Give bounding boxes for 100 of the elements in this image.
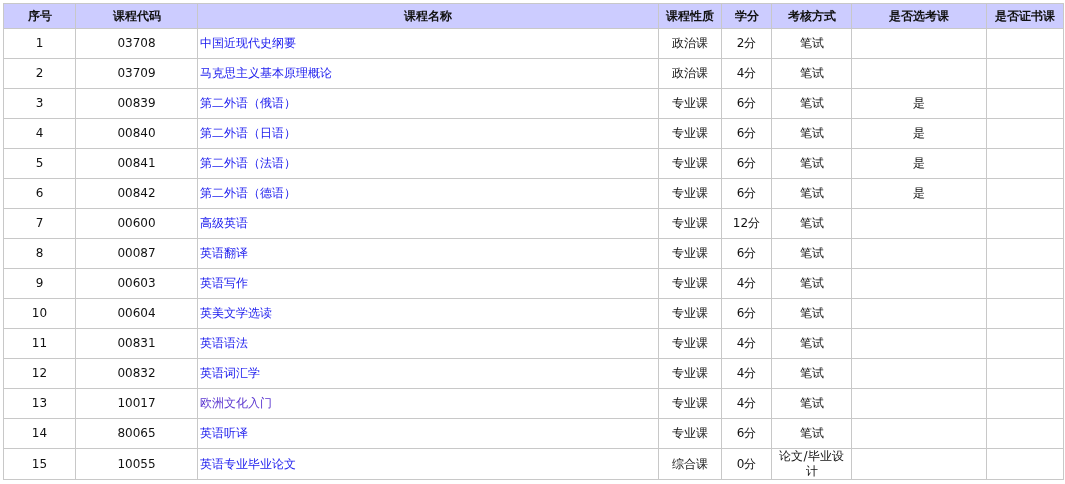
exam-method-cell: 笔试 (771, 88, 852, 119)
exam-method-cell: 笔试 (771, 28, 852, 59)
column-header: 课程名称 (197, 3, 659, 29)
course-type-cell: 专业课 (658, 238, 722, 269)
course-name-link[interactable]: 英语专业毕业论文 (200, 456, 296, 471)
credits-cell: 6分 (721, 178, 772, 209)
row-number-cell: 14 (3, 418, 76, 449)
course-type-cell: 专业课 (658, 358, 722, 389)
course-type-cell: 专业课 (658, 418, 722, 449)
course-name-link[interactable]: 英语语法 (200, 336, 248, 350)
credits-cell: 4分 (721, 268, 772, 299)
exam-method-cell: 笔试 (771, 58, 852, 89)
credits-cell: 4分 (721, 328, 772, 359)
exam-method-cell: 笔试 (771, 178, 852, 209)
credits-cell: 0分 (721, 448, 772, 480)
course-type-cell: 专业课 (658, 208, 722, 239)
elective-cell: 是 (851, 118, 987, 149)
exam-method-cell: 论文/毕业设计 (771, 448, 852, 480)
row-number-cell: 9 (3, 268, 76, 299)
credits-cell: 12分 (721, 208, 772, 239)
course-code-cell: 00842 (75, 178, 198, 209)
row-number-cell: 4 (3, 118, 76, 149)
course-code-cell: 00600 (75, 208, 198, 239)
credits-cell: 4分 (721, 358, 772, 389)
course-type-cell: 专业课 (658, 268, 722, 299)
credits-cell: 2分 (721, 28, 772, 59)
elective-cell: 是 (851, 178, 987, 209)
column-header: 序号 (3, 3, 76, 29)
exam-method-cell: 笔试 (771, 418, 852, 449)
course-name-link[interactable]: 英语词汇学 (200, 366, 260, 380)
row-number-cell: 13 (3, 388, 76, 419)
course-type-cell: 专业课 (658, 148, 722, 179)
course-name-link[interactable]: 高级英语 (200, 216, 248, 230)
credits-cell: 6分 (721, 88, 772, 119)
course-code-cell: 00839 (75, 88, 198, 119)
column-header: 课程性质 (658, 3, 722, 29)
exam-method-cell: 笔试 (771, 238, 852, 269)
row-number-cell: 2 (3, 58, 76, 89)
credits-cell: 6分 (721, 418, 772, 449)
course-name-link[interactable]: 英美文学选读 (200, 306, 272, 320)
exam-method-cell: 笔试 (771, 298, 852, 329)
course-type-cell: 专业课 (658, 88, 722, 119)
exam-method-cell: 笔试 (771, 118, 852, 149)
row-number-cell: 1 (3, 28, 76, 59)
exam-method-cell: 笔试 (771, 268, 852, 299)
course-name-link[interactable]: 第二外语（德语） (200, 186, 296, 200)
column-header: 是否选考课 (851, 3, 987, 29)
course-type-cell: 专业课 (658, 178, 722, 209)
course-name-link[interactable]: 中国近现代史纲要 (200, 36, 296, 50)
credits-cell: 6分 (721, 298, 772, 329)
row-number-cell: 12 (3, 358, 76, 389)
row-number-cell: 3 (3, 88, 76, 119)
column-header: 是否证书课 (986, 3, 1064, 29)
course-name-link[interactable]: 英语写作 (200, 276, 248, 290)
row-number-cell: 15 (3, 448, 76, 480)
course-type-cell: 专业课 (658, 118, 722, 149)
elective-cell: 是 (851, 88, 987, 119)
course-name-link[interactable]: 第二外语（法语） (200, 156, 296, 170)
course-code-cell: 03709 (75, 58, 198, 89)
course-code-cell: 00841 (75, 148, 198, 179)
exam-method-cell: 笔试 (771, 208, 852, 239)
course-name-link[interactable]: 英语听译 (200, 426, 248, 440)
course-type-cell: 专业课 (658, 328, 722, 359)
row-number-cell: 8 (3, 238, 76, 269)
course-code-cell: 00087 (75, 238, 198, 269)
course-code-cell: 10017 (75, 388, 198, 419)
credits-cell: 6分 (721, 148, 772, 179)
column-header: 课程代码 (75, 3, 198, 29)
exam-method-cell: 笔试 (771, 388, 852, 419)
row-number-cell: 6 (3, 178, 76, 209)
course-name-link[interactable]: 马克思主义基本原理概论 (200, 66, 332, 80)
course-type-cell: 政治课 (658, 28, 722, 59)
course-code-cell: 03708 (75, 28, 198, 59)
credits-cell: 4分 (721, 58, 772, 89)
course-code-cell: 00831 (75, 328, 198, 359)
course-code-cell: 00840 (75, 118, 198, 149)
column-header: 考核方式 (771, 3, 852, 29)
column-header: 学分 (721, 3, 772, 29)
course-name-link[interactable]: 第二外语（俄语） (200, 96, 296, 110)
row-number-cell: 11 (3, 328, 76, 359)
row-number-cell: 5 (3, 148, 76, 179)
row-number-cell: 10 (3, 298, 76, 329)
course-type-cell: 政治课 (658, 58, 722, 89)
course-type-cell: 专业课 (658, 298, 722, 329)
course-code-cell: 10055 (75, 448, 198, 480)
course-name-link[interactable]: 欧洲文化入门 (200, 396, 272, 410)
course-code-cell: 80065 (75, 418, 198, 449)
course-name-link[interactable]: 英语翻译 (200, 246, 248, 260)
exam-method-cell: 笔试 (771, 358, 852, 389)
course-code-cell: 00604 (75, 298, 198, 329)
credits-cell: 4分 (721, 388, 772, 419)
course-name-link[interactable]: 第二外语（日语） (200, 126, 296, 140)
course-type-cell: 专业课 (658, 388, 722, 419)
row-number-cell: 7 (3, 208, 76, 239)
exam-method-cell: 笔试 (771, 328, 852, 359)
course-code-cell: 00603 (75, 268, 198, 299)
course-type-cell: 综合课 (658, 448, 722, 480)
credits-cell: 6分 (721, 118, 772, 149)
exam-method-cell: 笔试 (771, 148, 852, 179)
credits-cell: 6分 (721, 238, 772, 269)
